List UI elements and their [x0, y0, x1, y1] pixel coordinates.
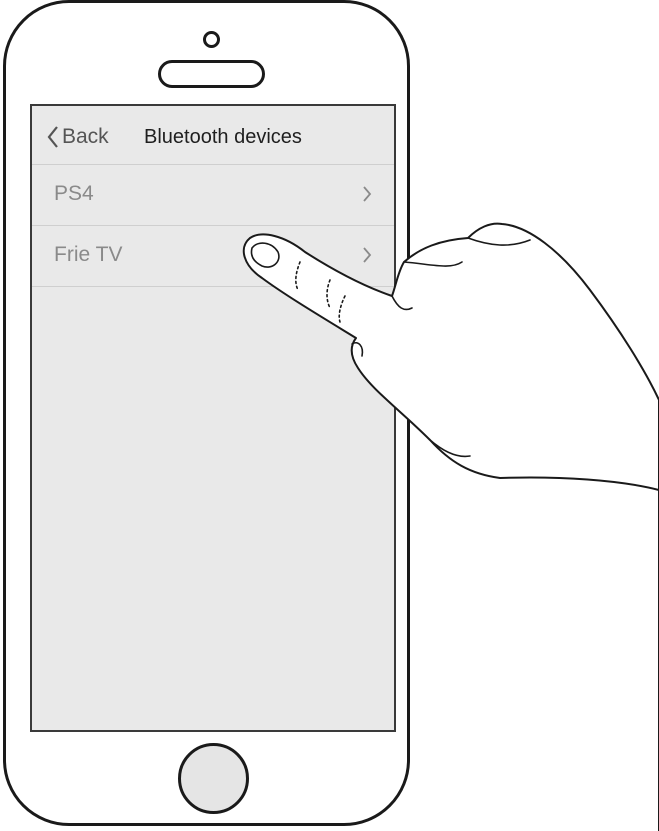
phone-screen: Back Bluetooth devices PS4 Frie TV	[30, 104, 396, 732]
chevron-left-icon	[47, 126, 58, 148]
device-row-frie-tv[interactable]: Frie TV	[32, 226, 394, 287]
device-label: PS4	[54, 182, 94, 205]
chevron-right-icon	[363, 186, 372, 202]
navigation-bar: Back Bluetooth devices	[32, 106, 394, 165]
device-label: Frie TV	[54, 243, 123, 266]
front-camera	[203, 31, 220, 48]
phone-frame: Back Bluetooth devices PS4 Frie TV	[3, 0, 410, 826]
back-label: Back	[62, 125, 109, 148]
chevron-right-icon	[363, 247, 372, 263]
earpiece-speaker	[158, 60, 265, 88]
device-row-ps4[interactable]: PS4	[32, 165, 394, 226]
page-title: Bluetooth devices	[144, 126, 302, 148]
back-button[interactable]: Back	[46, 123, 109, 151]
home-button[interactable]	[178, 743, 249, 814]
